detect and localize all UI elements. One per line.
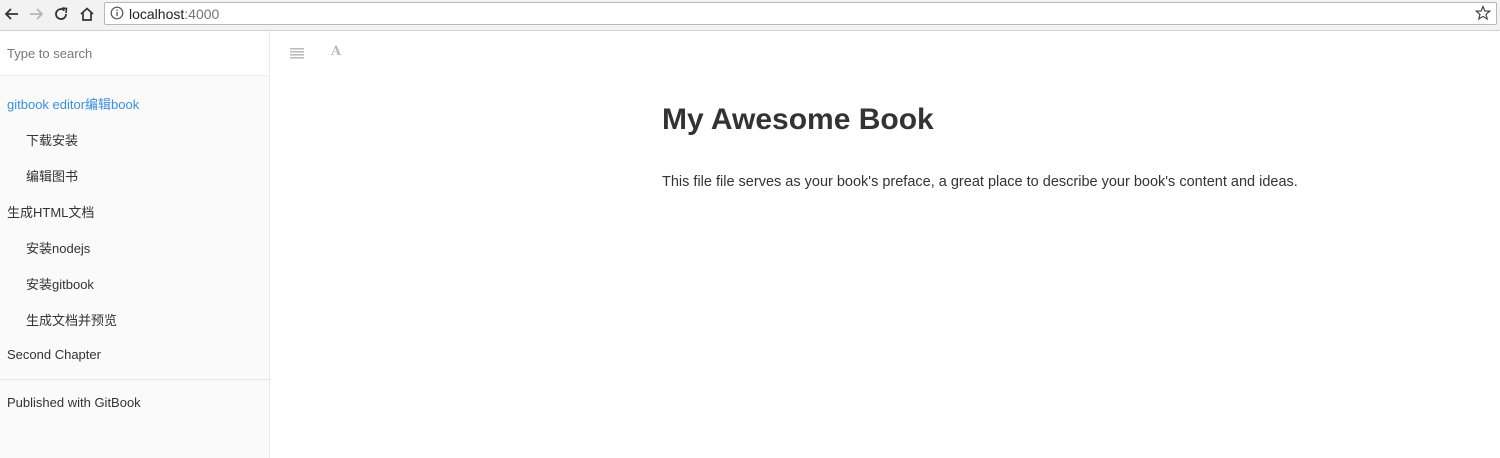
toc-item-generate-preview[interactable]: 生成文档并预览 xyxy=(0,309,269,333)
page-intro-text: This file file serves as your book's pre… xyxy=(662,174,1298,190)
toc-item-second-chapter[interactable]: Second Chapter xyxy=(0,343,269,367)
info-icon[interactable] xyxy=(110,6,124,25)
toc-item-install-gitbook[interactable]: 安装gitbook xyxy=(0,273,269,297)
hamburger-menu-icon[interactable] xyxy=(290,46,304,64)
toc-item-download-install[interactable]: 下载安装 xyxy=(0,129,269,153)
toc-item-edit-book[interactable]: 编辑图书 xyxy=(0,165,269,189)
published-with-gitbook-link[interactable]: Published with GitBook xyxy=(7,391,141,415)
book-sidebar: gitbook editor编辑book 下载安装 编辑图书 生成HTML文档 … xyxy=(0,31,270,458)
page-title: My Awesome Book xyxy=(662,103,934,136)
reload-button[interactable] xyxy=(50,3,72,25)
search-input[interactable] xyxy=(0,31,269,76)
back-icon xyxy=(4,8,18,20)
toc-item-install-nodejs[interactable]: 安装nodejs xyxy=(0,237,269,261)
home-button[interactable] xyxy=(76,3,98,25)
reload-icon xyxy=(55,7,68,20)
search-box xyxy=(0,31,269,76)
forward-button[interactable] xyxy=(25,3,47,25)
url-text[interactable]: localhost:4000 xyxy=(129,6,219,22)
toc-item-generate-html[interactable]: 生成HTML文档 xyxy=(0,201,269,225)
url-host: localhost xyxy=(129,6,185,22)
star-icon[interactable] xyxy=(1474,4,1492,26)
sidebar-divider xyxy=(0,379,269,380)
back-button[interactable] xyxy=(1,3,23,25)
font-settings-icon[interactable]: A xyxy=(331,44,341,59)
home-icon xyxy=(80,7,94,21)
toc-item-gitbook-editor[interactable]: gitbook editor编辑book xyxy=(0,93,269,117)
forward-icon xyxy=(30,8,44,20)
url-port: :4000 xyxy=(184,6,220,22)
address-bar[interactable]: localhost:4000 xyxy=(104,2,1497,25)
browser-toolbar: localhost:4000 xyxy=(0,0,1500,31)
